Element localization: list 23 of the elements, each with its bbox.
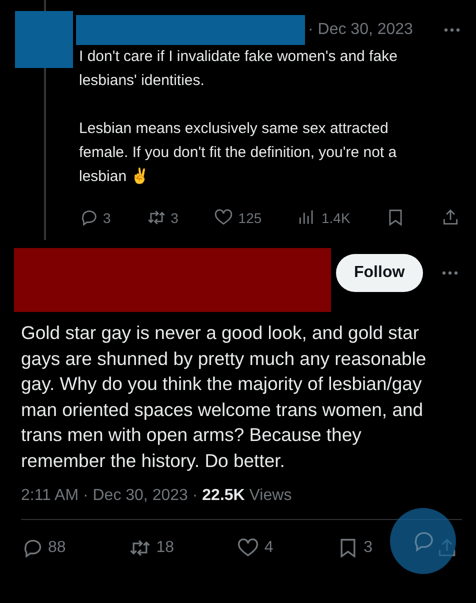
more-icon[interactable] <box>444 28 460 32</box>
follow-button[interactable]: Follow <box>336 254 423 292</box>
repost-icon[interactable] <box>146 208 166 227</box>
repost-icon[interactable] <box>129 537 152 559</box>
heart-icon[interactable] <box>237 537 260 559</box>
bookmark-count: 3 <box>364 539 373 557</box>
redaction-block <box>15 11 73 68</box>
heart-icon[interactable] <box>214 208 234 227</box>
post-text: I don't care if I invalidate fake women's and fake lesbians' identities. <box>79 47 398 91</box>
reply-count: 88 <box>48 539 66 557</box>
like-count: 125 <box>238 210 262 226</box>
post-text: Gold star gay is never a good look, and gold star gays are shunned by pretty much any reasonable gay. Why do you think the majority of lesbian/gay man oriented spaces welcome trans women, and trans men with open arms? Because they remember the history. Do better. <box>21 321 428 473</box>
post-meta: 2:11 AM · Dec 30, 2023 · 22.5K Views <box>21 487 292 504</box>
post-date[interactable]: · Dec 30, 2023 <box>308 21 413 39</box>
repost-count: 18 <box>156 539 174 557</box>
repost-count: 3 <box>170 210 178 226</box>
views-count: 1.4K <box>321 210 350 226</box>
like-count: 4 <box>264 539 274 557</box>
post-text: Lesbian means exclusively same sex attracted female. If you don't fit the definition, you're not a lesbian ✌ <box>79 119 398 187</box>
share-icon[interactable] <box>440 208 460 227</box>
reply-count: 3 <box>103 210 111 226</box>
more-icon[interactable] <box>442 271 458 275</box>
reply-icon[interactable] <box>79 208 98 227</box>
